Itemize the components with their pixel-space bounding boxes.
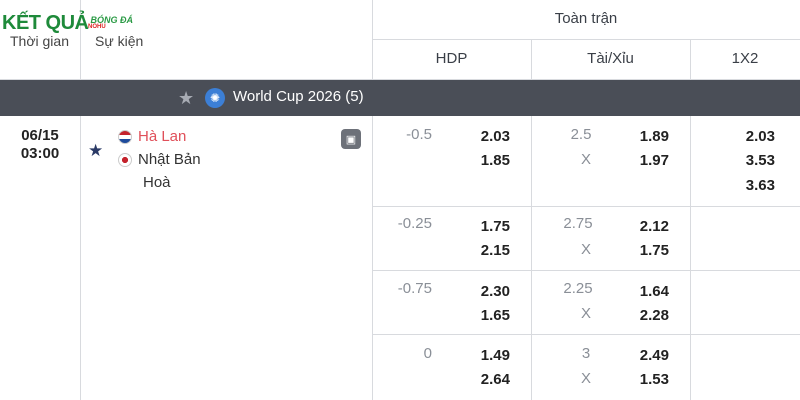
ou-line: 2.5 (570, 126, 592, 143)
ou-over-odds[interactable]: 1.89 (619, 128, 669, 145)
match-date: 06/15 (21, 127, 59, 144)
column-header-full-match: Toàn trận (554, 10, 618, 27)
hdp-home-odds[interactable]: 1.49 (460, 347, 510, 364)
ou-under-odds[interactable]: 1.75 (619, 242, 669, 259)
odds-2[interactable]: 3.63 (725, 177, 775, 194)
ou-x-label: X (580, 305, 591, 322)
stats-button[interactable]: ▣ (341, 129, 361, 149)
ou-under-odds[interactable]: 2.28 (619, 307, 669, 324)
away-team[interactable]: Nhật Bản (138, 151, 201, 168)
globe-icon: ✺ (205, 88, 225, 108)
ou-over-odds[interactable]: 2.12 (619, 218, 669, 235)
favorite-star-icon[interactable]: ★ (88, 141, 103, 161)
hdp-line: 0 (423, 345, 432, 362)
hdp-away-odds[interactable]: 1.65 (460, 307, 510, 324)
column-header-event: Sự kiện (95, 33, 144, 49)
divider (372, 206, 800, 207)
divider (690, 116, 691, 400)
ou-line: 3 (581, 345, 591, 362)
hdp-away-odds[interactable]: 2.64 (460, 371, 510, 388)
ou-x-label: X (580, 241, 591, 258)
logo-tag: NOHU (88, 24, 106, 30)
hdp-home-odds[interactable]: 2.03 (460, 128, 510, 145)
japan-flag-icon (118, 153, 132, 167)
divider (372, 116, 373, 400)
column-header-time: Thời gian (10, 33, 69, 49)
home-team[interactable]: Hà Lan (138, 128, 186, 145)
ou-over-odds[interactable]: 1.64 (619, 283, 669, 300)
star-icon[interactable]: ★ (178, 88, 194, 109)
hdp-line: -0.5 (406, 126, 432, 143)
ou-over-odds[interactable]: 2.49 (619, 347, 669, 364)
hdp-home-odds[interactable]: 1.75 (460, 218, 510, 235)
ou-x-label: X (580, 151, 591, 168)
divider (531, 116, 532, 400)
league-bar[interactable] (0, 80, 800, 116)
hdp-away-odds[interactable]: 2.15 (460, 242, 510, 259)
odds-x[interactable]: 3.53 (725, 152, 775, 169)
match-time: 03:00 (20, 145, 60, 162)
divider (372, 334, 800, 335)
column-header-over-under[interactable]: Tài/Xỉu (531, 50, 690, 67)
ou-line: 2.25 (563, 280, 593, 297)
draw-label: Hoà (143, 174, 171, 191)
odds-1[interactable]: 2.03 (725, 128, 775, 145)
netherlands-flag-icon (118, 130, 132, 144)
ou-under-odds[interactable]: 1.97 (619, 152, 669, 169)
ou-under-odds[interactable]: 1.53 (619, 371, 669, 388)
divider (372, 39, 800, 40)
hdp-line: -0.25 (397, 215, 432, 232)
column-header-hdp[interactable]: HDP (372, 50, 531, 67)
logo-text: KẾT QUẢ (2, 11, 89, 34)
hdp-home-odds[interactable]: 2.30 (460, 283, 510, 300)
hdp-line: -0.75 (397, 280, 432, 297)
ou-x-label: X (580, 370, 591, 387)
hdp-away-odds[interactable]: 1.85 (460, 152, 510, 169)
divider (80, 116, 81, 400)
ou-line: 2.75 (563, 215, 593, 232)
divider (372, 270, 800, 271)
league-name[interactable]: World Cup 2026 (5) (233, 88, 364, 105)
column-header-1x2[interactable]: 1X2 (690, 50, 800, 67)
